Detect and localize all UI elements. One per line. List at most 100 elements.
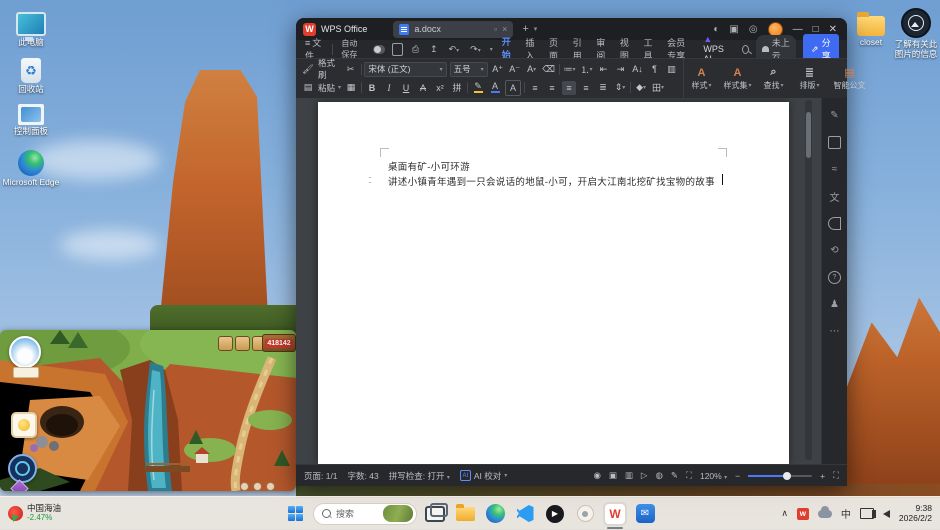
page-indicator[interactable]: 页面: 1/1 [304,470,338,482]
outline-view-icon[interactable]: ▥ [625,470,633,481]
layout-switch-icon[interactable]: ▣ [729,24,738,35]
italic-button[interactable]: I [382,81,396,95]
desktop-icon-control-panel[interactable]: 控制面板 [2,104,60,137]
font-color-button[interactable]: A [488,81,502,95]
media-player-button[interactable]: ▶ [543,502,567,526]
game-map-button[interactable] [8,454,37,483]
close-button[interactable]: ✕ [829,24,837,35]
edge-button[interactable] [483,502,507,526]
clipboard-icon[interactable]: ▦ [344,81,358,95]
tab-list-chevron-icon[interactable]: ▾ [534,25,538,33]
game-window[interactable]: 418142 [0,330,296,491]
desktop-icon-picture-info[interactable]: 了解有关此图片的信息 [892,8,940,60]
underline-button[interactable]: U [399,81,413,95]
align-right-button[interactable]: ≡ [579,81,593,95]
document-tab[interactable]: a.docx ▫ × [393,21,513,38]
game-item-icon[interactable] [235,336,250,351]
superscript-button[interactable]: x² [433,81,447,95]
paste-icon[interactable]: ▤ [301,81,315,95]
ai-proofread[interactable]: AI AI 校对▾ [460,470,507,482]
annotate-icon[interactable]: ✎ [828,108,842,122]
undo-icon[interactable]: ↶▾ [447,44,462,55]
text-effects-icon[interactable]: A▾ [525,62,539,76]
align-left-button[interactable]: ≡ [528,81,542,95]
smart-doc-button[interactable]: ▤ 智能公文 [828,59,872,98]
taskbar-stock-widget[interactable]: 中国海油 -2.47% [0,504,158,522]
cut-icon[interactable]: ✂ [344,62,358,76]
autosave-toggle[interactable] [373,45,386,54]
taskbar-search[interactable]: 搜索 [313,503,417,525]
font-size-select[interactable]: 五号▾ [450,62,488,77]
word-count[interactable]: 字数: 43 [348,470,379,482]
distribute-button[interactable]: ≣ [596,81,610,95]
proofread-icon[interactable]: ≈ [828,162,842,176]
zoom-level[interactable]: 120% ▾ [700,471,727,481]
web-view-icon[interactable]: ◍ [655,470,662,481]
help-icon[interactable]: ? [828,270,842,284]
navigation-pane-icon[interactable] [828,216,842,230]
paragraph-mark-icon[interactable]: ¶ [648,62,662,76]
doc-text-line-1[interactable]: 桌面有矿-小可环游 [388,159,470,173]
maximize-button[interactable]: □ [813,24,819,35]
clear-format-icon[interactable]: ⌫ [542,62,556,76]
vertical-scrollbar[interactable] [805,100,812,460]
game-weather-button[interactable] [9,336,41,368]
utility-app-button[interactable] [573,502,597,526]
task-view-button[interactable] [423,502,447,526]
redo-icon[interactable]: ↷▾ [468,44,483,55]
file-explorer-button[interactable] [453,502,477,526]
scrollbar-thumb[interactable] [806,112,811,158]
save-icon[interactable] [392,43,402,56]
indent-icon[interactable]: ⇥ [614,62,628,76]
doc-text-line-2[interactable]: 讲述小镇青年遇到一只会说话的地鼠-小可，开启大江南北挖矿找宝物的故事 [388,174,715,188]
taskbar-clock[interactable]: 9:38 2026/2/2 [899,504,932,524]
fullscreen-icon[interactable]: ⛶ [833,470,839,481]
format-painter-icon[interactable]: 🖌 [301,62,315,76]
translate-icon[interactable]: 文 [828,189,842,203]
borders-button[interactable]: 田▾ [651,81,665,95]
line-spacing-button[interactable]: ⇕▾ [613,81,627,95]
bullet-list-icon[interactable]: ≔▾ [563,62,577,76]
game-item-icon[interactable] [218,336,233,351]
increase-font-icon[interactable]: A⁺ [491,62,505,76]
zoom-slider[interactable] [748,475,812,477]
game-bottom-buttons[interactable] [240,482,275,491]
search-icon[interactable] [742,45,749,54]
outdent-icon[interactable]: ⇤ [597,62,611,76]
assistant-icon[interactable]: ♟ [828,297,842,311]
fit-page-icon[interactable]: ⛶ [686,470,692,481]
paragraph-drag-handle[interactable]: ⁚⁚ [368,176,371,185]
mail-button[interactable]: ✉ [633,502,657,526]
strikethrough-button[interactable]: A [416,81,430,95]
align-center-button[interactable]: ≡ [545,81,559,95]
more-tools-icon[interactable]: ⋯ [828,324,842,338]
new-tab-button[interactable]: + [522,23,528,35]
decrease-font-icon[interactable]: A⁻ [508,62,522,76]
document-page[interactable]: ⁚⁚ 桌面有矿-小可环游 讲述小镇青年遇到一只会说话的地鼠-小可，开启大江南北挖… [318,102,789,464]
eye-protect-icon[interactable]: ◉ [593,470,600,481]
input-method-indicator[interactable]: 中 [841,506,851,521]
pinyin-button[interactable]: 拼 [450,81,464,95]
highlight-color-button[interactable]: ✎ [471,81,485,95]
styles-button[interactable]: A 样式▾ [684,59,720,98]
history-icon[interactable]: ⟲ [828,243,842,257]
desktop-icon-recycle-bin[interactable]: ♻ 回收站 [2,58,60,95]
columns-icon[interactable]: ▥ [665,62,679,76]
align-justify-button[interactable]: ≡ [562,81,576,95]
wps-tray-icon[interactable]: w [797,508,809,520]
selection-pane-icon[interactable] [828,135,842,149]
char-shading-button[interactable]: A [505,80,521,96]
wps-taskbar-button[interactable]: W [603,502,627,526]
hidden-icons-chevron[interactable]: ∧ [781,508,788,519]
tab-close-icon[interactable]: × [502,24,507,34]
format-painter-label[interactable]: 格式刷 [318,57,341,81]
shading-color-button[interactable]: ◆▾ [634,81,648,95]
document-area[interactable]: ⁚⁚ 桌面有矿-小可环游 讲述小镇青年遇到一只会说话的地鼠-小可，开启大江南北挖… [296,98,821,464]
game-item-button[interactable] [11,412,37,438]
minimize-button[interactable]: — [793,24,803,35]
more-quick-icon[interactable]: ▾ [490,46,493,53]
desktop-icon-edge[interactable]: Microsoft Edge [2,150,60,188]
bold-button[interactable]: B [365,81,379,95]
cloud-sync-tray-icon[interactable] [818,510,832,518]
start-button[interactable] [283,502,307,526]
